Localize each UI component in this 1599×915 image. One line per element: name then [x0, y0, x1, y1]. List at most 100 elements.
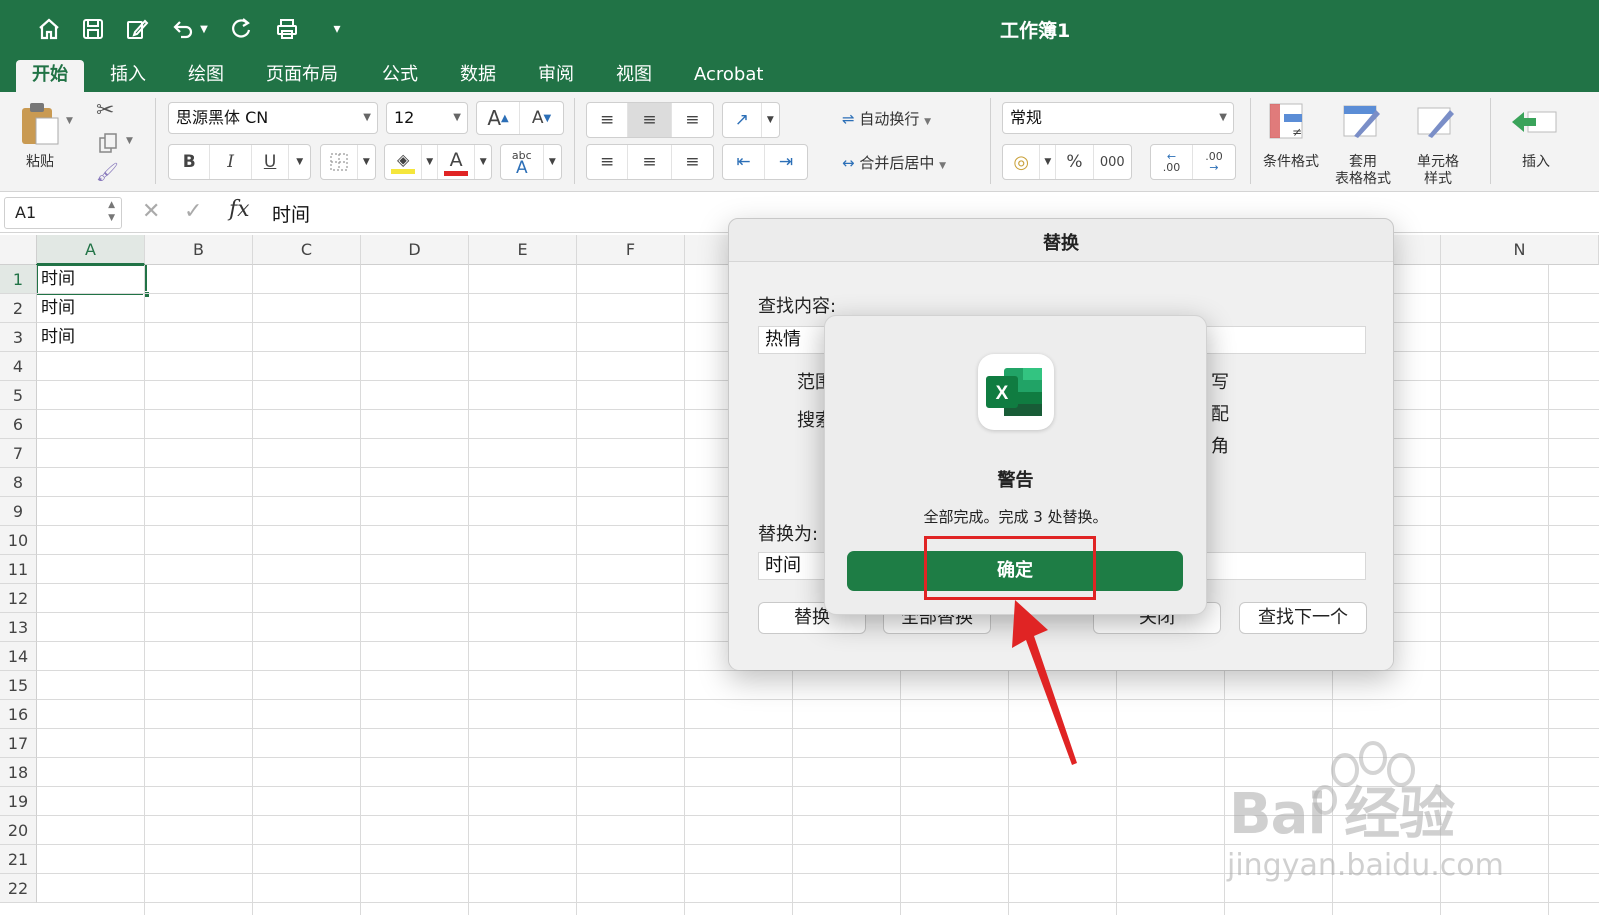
- align-middle-icon[interactable]: ≡: [628, 103, 672, 137]
- row-header-6[interactable]: 6: [0, 410, 37, 439]
- bold-button[interactable]: B: [169, 145, 211, 179]
- tab-view[interactable]: 视图: [600, 60, 668, 92]
- align-bottom-icon[interactable]: ≡: [672, 103, 713, 137]
- row-header-22[interactable]: 22: [0, 874, 37, 903]
- column-header-e[interactable]: E: [469, 235, 577, 265]
- row-header-21[interactable]: 21: [0, 845, 37, 874]
- font-size-select[interactable]: 12 ▼: [386, 102, 468, 134]
- row-header-2[interactable]: 2: [0, 294, 37, 323]
- font-color-button[interactable]: A: [438, 145, 476, 179]
- row-header-17[interactable]: 17: [0, 729, 37, 758]
- row-header-7[interactable]: 7: [0, 439, 37, 468]
- column-header-n[interactable]: N: [1441, 235, 1599, 265]
- find-next-button[interactable]: 查找下一个: [1239, 602, 1367, 634]
- align-top-icon[interactable]: ≡: [587, 103, 629, 137]
- paste-icon[interactable]: [18, 100, 62, 148]
- redo-icon[interactable]: [226, 14, 256, 44]
- conditional-format-icon[interactable]: ≠: [1266, 100, 1310, 144]
- row-header-12[interactable]: 12: [0, 584, 37, 613]
- tab-draw[interactable]: 绘图: [172, 60, 240, 92]
- row-header-11[interactable]: 11: [0, 555, 37, 584]
- row-header-16[interactable]: 16: [0, 700, 37, 729]
- function-icon[interactable]: fx: [229, 197, 250, 222]
- home-icon[interactable]: [34, 14, 64, 44]
- cell-a1[interactable]: 时间: [41, 265, 75, 294]
- save-icon[interactable]: [78, 14, 108, 44]
- tab-home[interactable]: 开始: [16, 60, 84, 92]
- print-icon[interactable]: [272, 14, 302, 44]
- align-right-icon[interactable]: ≡: [672, 145, 713, 179]
- copy-dropdown-icon[interactable]: ▼: [126, 136, 133, 146]
- row-header-4[interactable]: 4: [0, 352, 37, 381]
- italic-button[interactable]: I: [210, 145, 252, 179]
- increase-indent-icon[interactable]: ⇥: [765, 145, 807, 179]
- border-button[interactable]: ▼: [320, 144, 376, 180]
- row-header-8[interactable]: 8: [0, 468, 37, 497]
- row-header-18[interactable]: 18: [0, 758, 37, 787]
- name-box[interactable]: A1 ▲ ▼: [4, 197, 122, 229]
- align-center-icon[interactable]: ≡: [628, 145, 672, 179]
- match-entire-option[interactable]: 配: [1211, 400, 1229, 426]
- tab-insert[interactable]: 插入: [94, 60, 162, 92]
- align-left-icon[interactable]: ≡: [587, 145, 629, 179]
- customize-toolbar-icon[interactable]: ▾: [322, 14, 352, 44]
- decrease-indent-icon[interactable]: ⇤: [723, 145, 766, 179]
- match-case-option[interactable]: 写: [1211, 368, 1229, 394]
- decrease-decimal-button[interactable]: .00 →: [1193, 145, 1235, 179]
- tab-formulas[interactable]: 公式: [366, 60, 434, 92]
- paste-dropdown-icon[interactable]: ▼: [66, 116, 73, 126]
- orientation-button[interactable]: ↗ ▼: [722, 102, 780, 138]
- column-header-b[interactable]: B: [145, 235, 253, 265]
- copy-icon[interactable]: [98, 132, 118, 154]
- tab-page-layout[interactable]: 页面布局: [250, 60, 354, 92]
- row-header-5[interactable]: 5: [0, 381, 37, 410]
- currency-dropdown-icon[interactable]: ▼: [1040, 145, 1057, 179]
- percent-button[interactable]: %: [1056, 145, 1094, 179]
- match-width-option[interactable]: 角: [1211, 432, 1229, 458]
- column-header-f[interactable]: F: [577, 235, 685, 265]
- fill-dropdown-icon[interactable]: ▼: [422, 145, 439, 179]
- font-color-dropdown-icon[interactable]: ▼: [475, 145, 491, 179]
- tab-acrobat[interactable]: Acrobat: [678, 60, 779, 92]
- thousands-button[interactable]: 000: [1094, 145, 1131, 179]
- shrink-font-button[interactable]: A ▼: [520, 102, 563, 134]
- number-format-select[interactable]: 常规 ▼: [1002, 102, 1234, 134]
- tab-data[interactable]: 数据: [444, 60, 512, 92]
- undo-icon[interactable]: [168, 14, 198, 44]
- column-header-d[interactable]: D: [361, 235, 469, 265]
- wrap-text-button[interactable]: ⇌ 自动换行 ▼: [842, 108, 931, 129]
- grow-font-button[interactable]: A ▲: [477, 102, 521, 134]
- row-header-13[interactable]: 13: [0, 613, 37, 642]
- cell-a2[interactable]: 时间: [41, 294, 75, 323]
- currency-icon[interactable]: ◎: [1003, 145, 1041, 179]
- font-name-select[interactable]: 思源黑体 CN ▼: [168, 102, 378, 134]
- row-header-14[interactable]: 14: [0, 642, 37, 671]
- cell-style-icon[interactable]: [1414, 100, 1458, 144]
- phonetic-button[interactable]: abc A ▼: [500, 144, 562, 180]
- table-format-icon[interactable]: [1340, 100, 1384, 144]
- formula-input[interactable]: 时间: [272, 200, 310, 227]
- fill-color-button[interactable]: ◈: [385, 145, 423, 179]
- cut-icon[interactable]: ✂: [96, 98, 114, 123]
- cancel-icon[interactable]: ✕: [142, 199, 160, 224]
- row-header-3[interactable]: 3: [0, 323, 37, 352]
- column-header-a[interactable]: A: [37, 235, 145, 265]
- merge-center-button[interactable]: ↔ 合并后居中 ▼: [842, 152, 946, 173]
- edit-icon[interactable]: [122, 14, 152, 44]
- row-header-19[interactable]: 19: [0, 787, 37, 816]
- row-header-9[interactable]: 9: [0, 497, 37, 526]
- cell-a3[interactable]: 时间: [41, 323, 75, 352]
- row-header-1[interactable]: 1: [0, 265, 37, 294]
- row-header-20[interactable]: 20: [0, 816, 37, 845]
- row-header-15[interactable]: 15: [0, 671, 37, 700]
- underline-button[interactable]: U: [252, 145, 290, 179]
- column-header-c[interactable]: C: [253, 235, 361, 265]
- confirm-icon[interactable]: ✓: [184, 199, 202, 224]
- undo-dropdown-icon[interactable]: ▼: [196, 14, 212, 44]
- row-header-10[interactable]: 10: [0, 526, 37, 555]
- tab-review[interactable]: 审阅: [522, 60, 590, 92]
- insert-cells-icon[interactable]: [1510, 108, 1560, 138]
- format-painter-icon[interactable]: 🖌: [96, 162, 119, 183]
- underline-dropdown-icon[interactable]: ▼: [289, 145, 310, 179]
- select-all-corner[interactable]: [0, 235, 37, 265]
